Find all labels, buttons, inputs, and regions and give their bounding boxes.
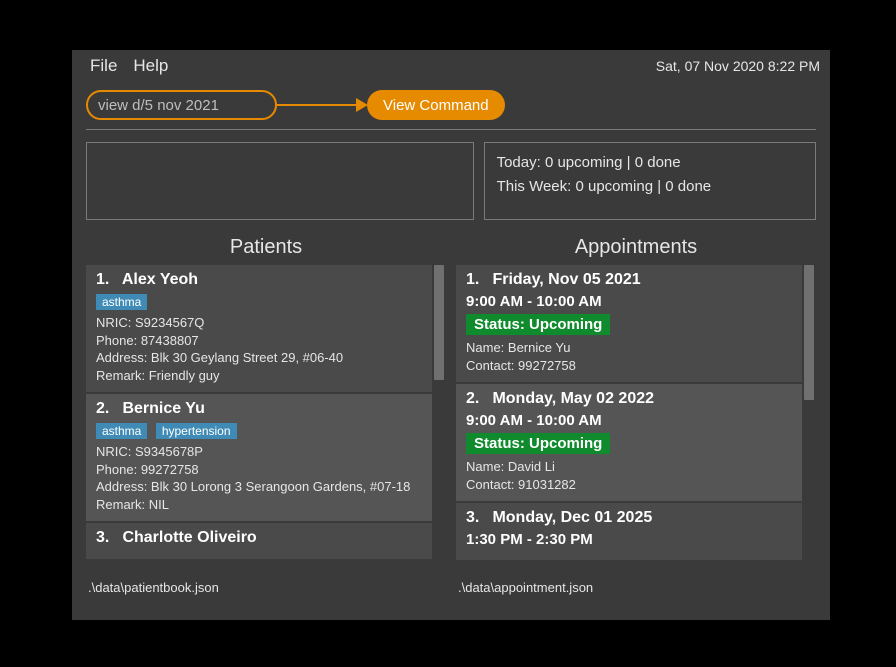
appointments-file-path: .\data\appointment.json: [456, 574, 816, 601]
command-input[interactable]: view d/5 nov 2021: [86, 90, 277, 120]
tag: asthma: [96, 294, 147, 310]
menu-file[interactable]: File: [90, 56, 117, 76]
result-box: [86, 142, 474, 220]
patient-remark: Remark: Friendly guy: [96, 367, 422, 385]
appointment-card[interactable]: 1. Friday, Nov 05 2021 9:00 AM - 10:00 A…: [456, 265, 802, 382]
app-window: File Help Sat, 07 Nov 2020 8:22 PM view …: [72, 50, 830, 620]
patients-title: Patients: [86, 234, 446, 265]
appointment-contact: Contact: 91031282: [466, 476, 792, 494]
patient-address: Address: Blk 30 Geylang Street 29, #06-4…: [96, 349, 422, 367]
patients-panel: Patients 1. Alex Yeoh asthma NRIC: S9234…: [86, 234, 446, 570]
patient-name: 2. Bernice Yu: [96, 400, 422, 418]
status-badge: Status: Upcoming: [466, 314, 610, 335]
patient-nric: NRIC: S9345678P: [96, 443, 422, 461]
patients-list: 1. Alex Yeoh asthma NRIC: S9234567Q Phon…: [86, 265, 446, 570]
status-badge: Status: Upcoming: [466, 433, 610, 454]
menu-bar: File Help Sat, 07 Nov 2020 8:22 PM: [72, 50, 830, 82]
patient-address: Address: Blk 30 Lorong 3 Serangoon Garde…: [96, 478, 422, 496]
appointment-time: 9:00 AM - 10:00 AM: [466, 412, 792, 429]
arrow-line: [276, 104, 360, 106]
patient-tags: asthma: [96, 293, 422, 311]
appointment-contact: Contact: 99272758: [466, 357, 792, 375]
summary-box: Today: 0 upcoming | 0 done This Week: 0 …: [484, 142, 816, 220]
patient-phone: Phone: 99272758: [96, 461, 422, 479]
appointments-title: Appointments: [456, 234, 816, 265]
appointment-card[interactable]: 3. Monday, Dec 01 2025 1:30 PM - 2:30 PM: [456, 503, 802, 560]
tag: hypertension: [156, 423, 237, 439]
scrollbar-thumb[interactable]: [804, 265, 814, 400]
tag: asthma: [96, 423, 147, 439]
view-command-button[interactable]: View Command: [367, 90, 505, 120]
appointments-panel: Appointments 1. Friday, Nov 05 2021 9:00…: [456, 234, 816, 570]
patient-name: 1. Alex Yeoh: [96, 271, 422, 289]
patient-name: 3. Charlotte Oliveiro: [96, 529, 422, 547]
patient-card[interactable]: 2. Bernice Yu asthma hypertension NRIC: …: [86, 394, 432, 521]
patient-card[interactable]: 3. Charlotte Oliveiro: [86, 523, 432, 559]
view-command-label: View Command: [383, 97, 489, 114]
patient-remark: Remark: NIL: [96, 496, 422, 514]
command-underline: [86, 129, 816, 130]
appointment-patient-name: Name: David Li: [466, 458, 792, 476]
lists-row: Patients 1. Alex Yeoh asthma NRIC: S9234…: [86, 234, 816, 570]
summary-today: Today: 0 upcoming | 0 done: [497, 151, 803, 175]
appointments-list: 1. Friday, Nov 05 2021 9:00 AM - 10:00 A…: [456, 265, 816, 570]
command-input-text: view d/5 nov 2021: [98, 97, 219, 114]
scrollbar-thumb[interactable]: [434, 265, 444, 380]
summary-week: This Week: 0 upcoming | 0 done: [497, 175, 803, 199]
patient-card[interactable]: 1. Alex Yeoh asthma NRIC: S9234567Q Phon…: [86, 265, 432, 392]
patient-tags: asthma hypertension: [96, 422, 422, 440]
patients-scrollbar[interactable]: [434, 265, 444, 570]
patient-phone: Phone: 87438807: [96, 332, 422, 350]
current-datetime: Sat, 07 Nov 2020 8:22 PM: [656, 58, 820, 74]
footer-row: .\data\patientbook.json .\data\appointme…: [86, 574, 816, 601]
appointment-date: 1. Friday, Nov 05 2021: [466, 271, 792, 289]
appointment-time: 9:00 AM - 10:00 AM: [466, 293, 792, 310]
appointment-time: 1:30 PM - 2:30 PM: [466, 531, 792, 548]
appointment-date: 3. Monday, Dec 01 2025: [466, 509, 792, 527]
patient-nric: NRIC: S9234567Q: [96, 314, 422, 332]
appointment-card[interactable]: 2. Monday, May 02 2022 9:00 AM - 10:00 A…: [456, 384, 802, 501]
menu-help[interactable]: Help: [133, 56, 168, 76]
appointment-patient-name: Name: Bernice Yu: [466, 339, 792, 357]
command-row: view d/5 nov 2021 View Command: [86, 90, 816, 130]
patients-file-path: .\data\patientbook.json: [86, 574, 446, 601]
appointments-scrollbar[interactable]: [804, 265, 814, 570]
appointment-date: 2. Monday, May 02 2022: [466, 390, 792, 408]
info-row: Today: 0 upcoming | 0 done This Week: 0 …: [86, 142, 816, 220]
